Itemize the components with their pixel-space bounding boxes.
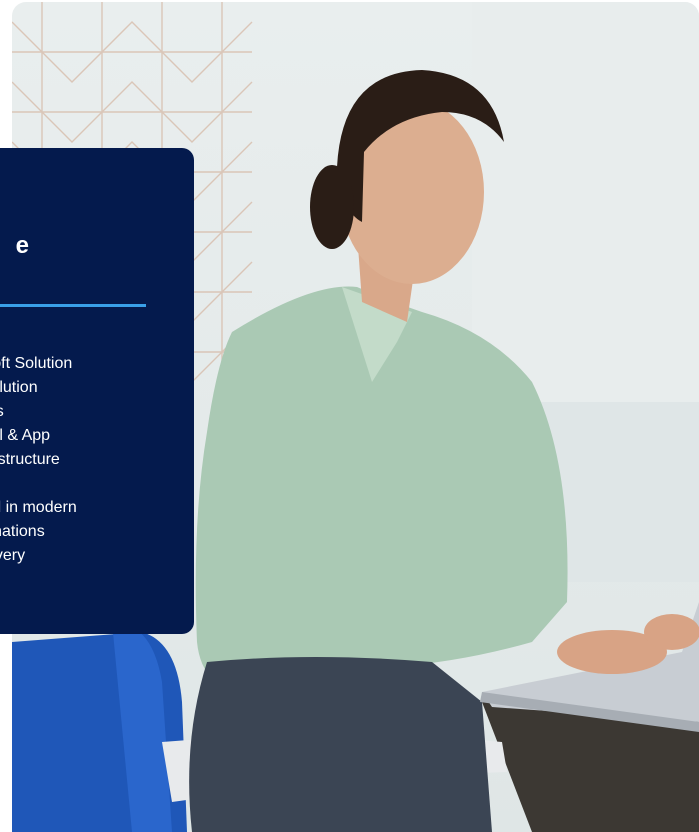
card-line: cord in modern bbox=[0, 499, 77, 516]
card-line: nfrastructure bbox=[0, 451, 60, 468]
card-divider bbox=[0, 304, 146, 307]
card-body: rosoft Solution x solution ness igital &… bbox=[0, 352, 174, 568]
card-line: igital & App bbox=[0, 427, 51, 444]
card-line: rosoft Solution bbox=[0, 355, 73, 372]
card-heading: e bbox=[15, 232, 29, 259]
card-line: x solution bbox=[0, 379, 38, 396]
card-line: ness bbox=[0, 400, 174, 424]
info-card: e rosoft Solution x solution ness igital… bbox=[0, 148, 194, 634]
card-line: formations bbox=[0, 523, 45, 540]
card-line: delivery bbox=[0, 547, 26, 564]
